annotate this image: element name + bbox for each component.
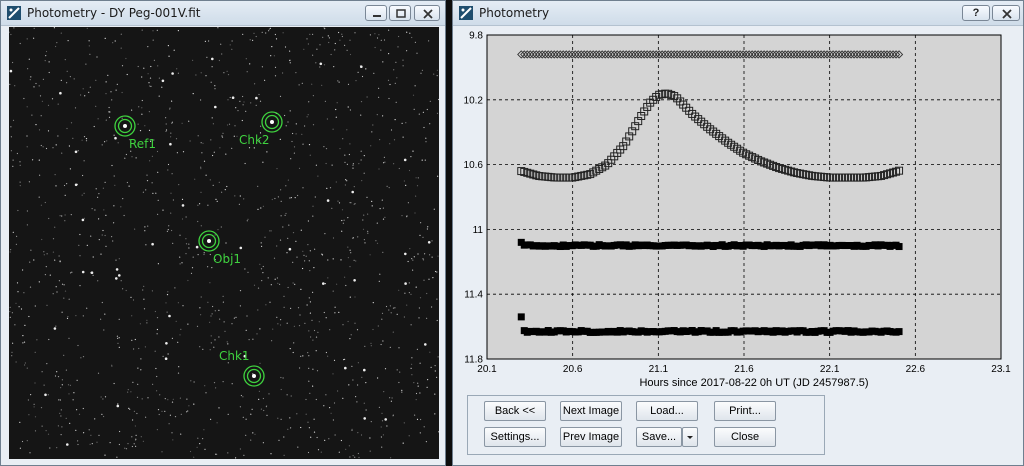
image-window: Photometry - DY Peg-001V.fit Ref1 Chk2 O… [0,0,446,466]
close-icon [1002,9,1012,19]
minimize-icon [373,15,381,17]
chevron-down-icon [687,436,693,439]
minimize-button[interactable] [365,5,387,21]
next-image-button[interactable]: Next Image [560,401,622,421]
y-tick-label: 10.6 [464,160,484,171]
help-icon: ? [972,7,980,19]
star-label-chk1: Chk1 [219,349,250,363]
back-button[interactable]: Back << [484,401,546,421]
y-tick-label: 9.8 [469,31,483,42]
x-tick-label: 21.6 [734,364,754,375]
data-point [517,313,525,321]
star-field-image[interactable]: Ref1 Chk2 Obj1 Chk1 [9,27,439,459]
photometry-window-titlebar[interactable]: Photometry ? [453,1,1023,26]
photometry-window: Photometry ? 20.1 20.6 21.1 21.6 22.1 22.6 23.… [452,0,1024,466]
close-window-button[interactable] [992,5,1020,21]
aperture-chk2[interactable] [261,111,283,133]
light-curve-chart[interactable]: 20.1 20.6 21.1 21.6 22.1 22.6 23.1 9.8 10.2 10.6 1… [453,25,1023,391]
aperture-overlay [114,111,283,387]
maximize-icon [396,9,406,18]
image-window-title: Photometry - DY Peg-001V.fit [27,6,201,20]
app-icon [459,6,473,20]
x-tick-label: 22.1 [820,364,840,375]
x-tick-label: 20.1 [477,364,497,375]
photometry-window-title: Photometry [479,6,550,20]
aperture-obj1[interactable] [198,230,220,252]
aperture-ref1[interactable] [114,115,136,137]
button-panel: Back << Next Image Load... Print... Sett… [467,395,825,455]
maximize-button[interactable] [389,5,411,21]
save-options-dropdown[interactable] [682,427,698,447]
x-tick-label: 20.6 [563,364,583,375]
load-button[interactable]: Load... [636,401,698,421]
star-label-chk2: Chk2 [239,133,270,147]
data-point [895,328,903,336]
help-button[interactable]: ? [962,5,990,21]
y-tick-label: 10.2 [464,95,484,106]
close-icon [423,9,433,19]
x-tick-label: 21.1 [649,364,669,375]
x-tick-label: 23.1 [991,364,1011,375]
save-button[interactable]: Save... [636,427,682,447]
settings-button[interactable]: Settings... [484,427,546,447]
close-button[interactable]: Close [714,427,776,447]
prev-image-button[interactable]: Prev Image [560,427,622,447]
close-window-button[interactable] [414,5,440,21]
x-tick-label: 22.6 [906,364,926,375]
data-point [895,243,903,251]
x-axis-label: Hours since 2017-08-22 0h UT (JD 2457987… [639,377,868,389]
y-tick-label: 11 [473,225,484,236]
app-icon [7,6,21,20]
print-button[interactable]: Print... [714,401,776,421]
star-label-ref1: Ref1 [129,137,157,151]
y-tick-label: 11.8 [464,355,483,366]
y-tick-label: 11.4 [464,290,483,301]
star-label-obj1: Obj1 [213,252,242,266]
image-window-titlebar[interactable]: Photometry - DY Peg-001V.fit [1,1,445,26]
aperture-chk1[interactable] [243,365,265,387]
